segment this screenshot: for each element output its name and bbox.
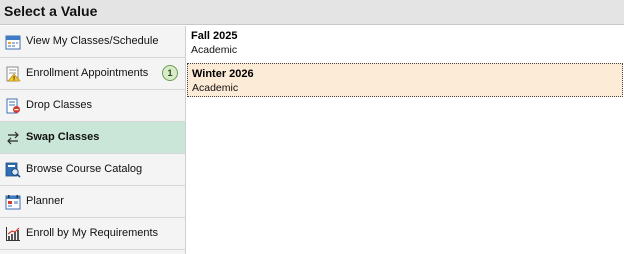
sidebar-item-label: View My Classes/Schedule — [26, 35, 159, 47]
sidebar-item-enrollment-appointments[interactable]: Enrollment Appointments 1 — [0, 58, 185, 90]
sidebar-item-browse-course-catalog[interactable]: Browse Course Catalog — [0, 154, 185, 186]
sidebar-item-enroll-by-requirements[interactable]: Enroll by My Requirements — [0, 218, 185, 250]
term-type: Academic — [192, 82, 239, 94]
requirements-chart-icon — [5, 226, 21, 242]
calendar-icon — [5, 34, 21, 50]
sidebar-item-label: Swap Classes — [26, 131, 100, 143]
term-name: Winter 2026 — [192, 68, 254, 80]
sidebar-item-label: Enroll by My Requirements — [26, 227, 159, 239]
sidebar-nav: View My Classes/Schedule Enrollment Appo… — [0, 26, 186, 254]
swap-arrows-icon — [5, 130, 21, 146]
sidebar-item-label: Planner — [26, 195, 64, 207]
appointment-icon — [5, 66, 21, 82]
term-list: Fall 2025 Academic Winter 2026 Academic — [187, 26, 624, 254]
term-name: Fall 2025 — [191, 30, 238, 42]
catalog-search-icon — [5, 162, 21, 178]
page-header: Select a Value — [0, 0, 624, 25]
count-badge: 1 — [162, 65, 178, 81]
sidebar-item-label: Browse Course Catalog — [26, 163, 143, 175]
sidebar-item-view-my-classes[interactable]: View My Classes/Schedule — [0, 26, 185, 58]
planner-icon — [5, 194, 21, 210]
sidebar-item-planner[interactable]: Planner — [0, 186, 185, 218]
drop-classes-icon — [5, 98, 21, 114]
sidebar-item-label: Drop Classes — [26, 99, 93, 111]
page-title: Select a Value — [4, 3, 98, 19]
sidebar-item-label: Enrollment Appointments — [26, 67, 149, 79]
sidebar-item-swap-classes[interactable]: Swap Classes — [0, 122, 185, 154]
term-option-winter-2026[interactable]: Winter 2026 Academic — [187, 63, 623, 97]
term-type: Academic — [191, 44, 238, 56]
sidebar-item-drop-classes[interactable]: Drop Classes — [0, 90, 185, 122]
term-option-fall-2025[interactable]: Fall 2025 Academic — [187, 26, 623, 60]
